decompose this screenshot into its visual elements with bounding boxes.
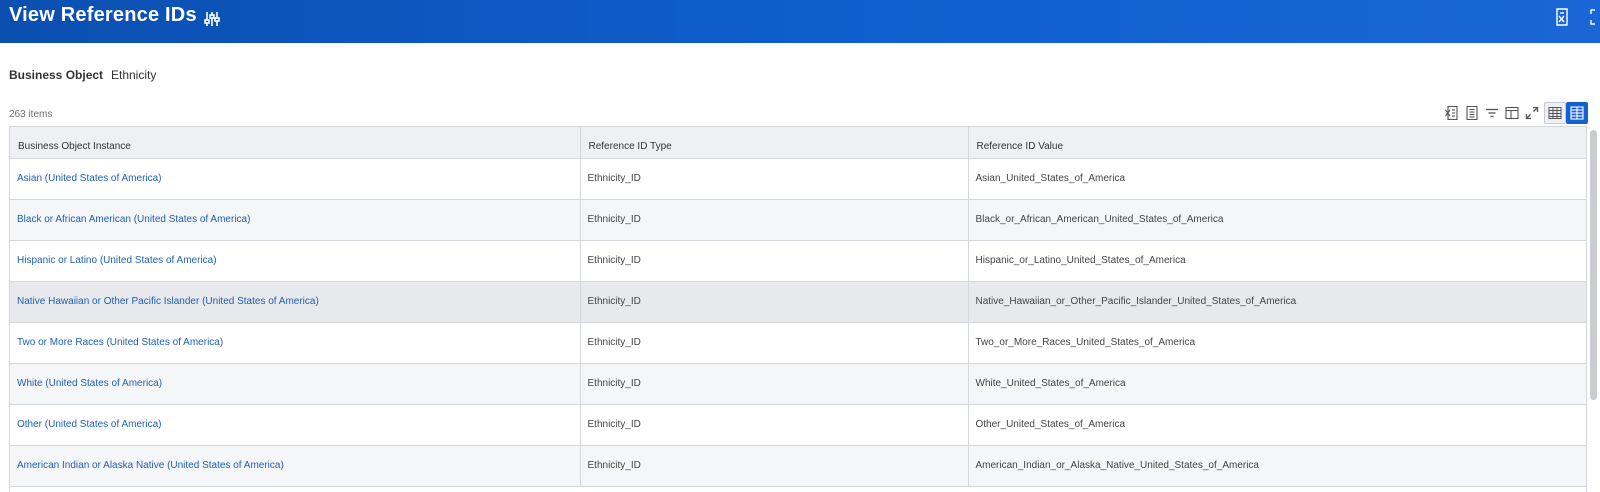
cell-value: Two_or_More_Races_United_States_of_Ameri…: [968, 322, 1586, 364]
table-view-toggle[interactable]: [1544, 102, 1566, 124]
business-object-value: Ethnicity: [111, 68, 157, 82]
instance-link[interactable]: Hispanic or Latino (United States of Ame…: [17, 255, 217, 266]
scrollbar-thumb[interactable]: [1590, 130, 1597, 400]
cell-value: Hispanic_or_Latino_United_States_of_Amer…: [968, 240, 1586, 282]
cell-instance: Two or More Races (United States of Amer…: [10, 322, 581, 364]
instance-link[interactable]: Black or African American (United States…: [17, 214, 250, 225]
cell-value: American_Indian_or_Alaska_Native_United_…: [968, 445, 1586, 487]
cell-value: Native_Hawaiian_or_Other_Pacific_Islande…: [968, 281, 1586, 323]
table-row: Black or African American (United States…: [10, 199, 1586, 241]
cell-instance: Asian (United States of America): [10, 158, 581, 200]
page-header: View Reference IDs: [0, 0, 1600, 43]
grid-view-icon: [1570, 106, 1584, 120]
cell-type: Ethnicity_ID: [580, 240, 969, 282]
table-row: Other (United States of America) Ethnici…: [10, 404, 1586, 446]
instance-link[interactable]: Asian (United States of America): [17, 173, 162, 184]
cell-type: Ethnicity_ID: [580, 199, 969, 241]
related-actions-sliders-icon[interactable]: [202, 9, 222, 29]
business-object-label: Business Object: [9, 68, 104, 82]
export-excel-icon[interactable]: [1444, 105, 1460, 121]
table-row: Hispanic or Latino (United States of Ame…: [10, 240, 1586, 282]
fullscreen-icon[interactable]: [1588, 7, 1600, 27]
reference-id-grid: Business Object Instance Reference ID Ty…: [9, 126, 1587, 492]
cell-instance: Native Hawaiian or Other Pacific Islande…: [10, 281, 581, 323]
cell-value: Other_United_States_of_America: [968, 404, 1586, 446]
table-row: Two or More Races (United States of Amer…: [10, 322, 1586, 364]
cell-type: Ethnicity_ID: [580, 281, 969, 323]
cell-type: Ethnicity_ID: [580, 404, 969, 446]
cell-instance: Other (United States of America): [10, 404, 581, 446]
cell-instance: American Indian or Alaska Native (United…: [10, 445, 581, 487]
grid-view-toggle[interactable]: [1566, 102, 1588, 124]
grid-scrollbar[interactable]: [1587, 126, 1600, 492]
table-view-icon: [1548, 107, 1562, 119]
cell-value: Asian_United_States_of_America: [968, 158, 1586, 200]
cell-value: Black_or_African_American_United_States_…: [968, 199, 1586, 241]
cell-instance: White (United States of America): [10, 363, 581, 405]
instance-link[interactable]: Other (United States of America): [17, 419, 162, 430]
instance-link[interactable]: Native Hawaiian or Other Pacific Islande…: [17, 296, 319, 307]
reference-id-table: Business Object Instance Reference ID Ty…: [10, 127, 1586, 487]
column-header-value[interactable]: Reference ID Value: [968, 127, 1586, 159]
cell-type: Ethnicity_ID: [580, 363, 969, 405]
export-excel-icon[interactable]: [1552, 7, 1572, 27]
cell-type: Ethnicity_ID: [580, 322, 969, 364]
table-header-row: Business Object Instance Reference ID Ty…: [10, 127, 1586, 159]
page-title: View Reference IDs: [9, 4, 197, 26]
instance-link[interactable]: White (United States of America): [17, 378, 162, 389]
table-row: American Indian or Alaska Native (United…: [10, 445, 1586, 487]
cell-type: Ethnicity_ID: [580, 158, 969, 200]
cell-instance: Black or African American (United States…: [10, 199, 581, 241]
column-header-type[interactable]: Reference ID Type: [580, 127, 969, 159]
expand-icon[interactable]: [1524, 105, 1540, 121]
grid-toolbar: [1444, 102, 1600, 124]
column-layout-icon[interactable]: [1504, 105, 1520, 121]
table-row: Asian (United States of America) Ethnici…: [10, 158, 1586, 200]
cell-value: White_United_States_of_America: [968, 363, 1586, 405]
cell-type: Ethnicity_ID: [580, 445, 969, 487]
item-count: 263 items: [9, 109, 53, 120]
instance-link[interactable]: Two or More Races (United States of Amer…: [17, 337, 223, 348]
table-row: Native Hawaiian or Other Pacific Islande…: [10, 281, 1586, 323]
export-pdf-icon[interactable]: [1464, 105, 1480, 121]
table-row: White (United States of America) Ethnici…: [10, 363, 1586, 405]
cell-instance: Hispanic or Latino (United States of Ame…: [10, 240, 581, 282]
filter-icon[interactable]: [1484, 105, 1500, 121]
column-header-instance[interactable]: Business Object Instance: [10, 127, 581, 159]
instance-link[interactable]: American Indian or Alaska Native (United…: [17, 460, 284, 471]
